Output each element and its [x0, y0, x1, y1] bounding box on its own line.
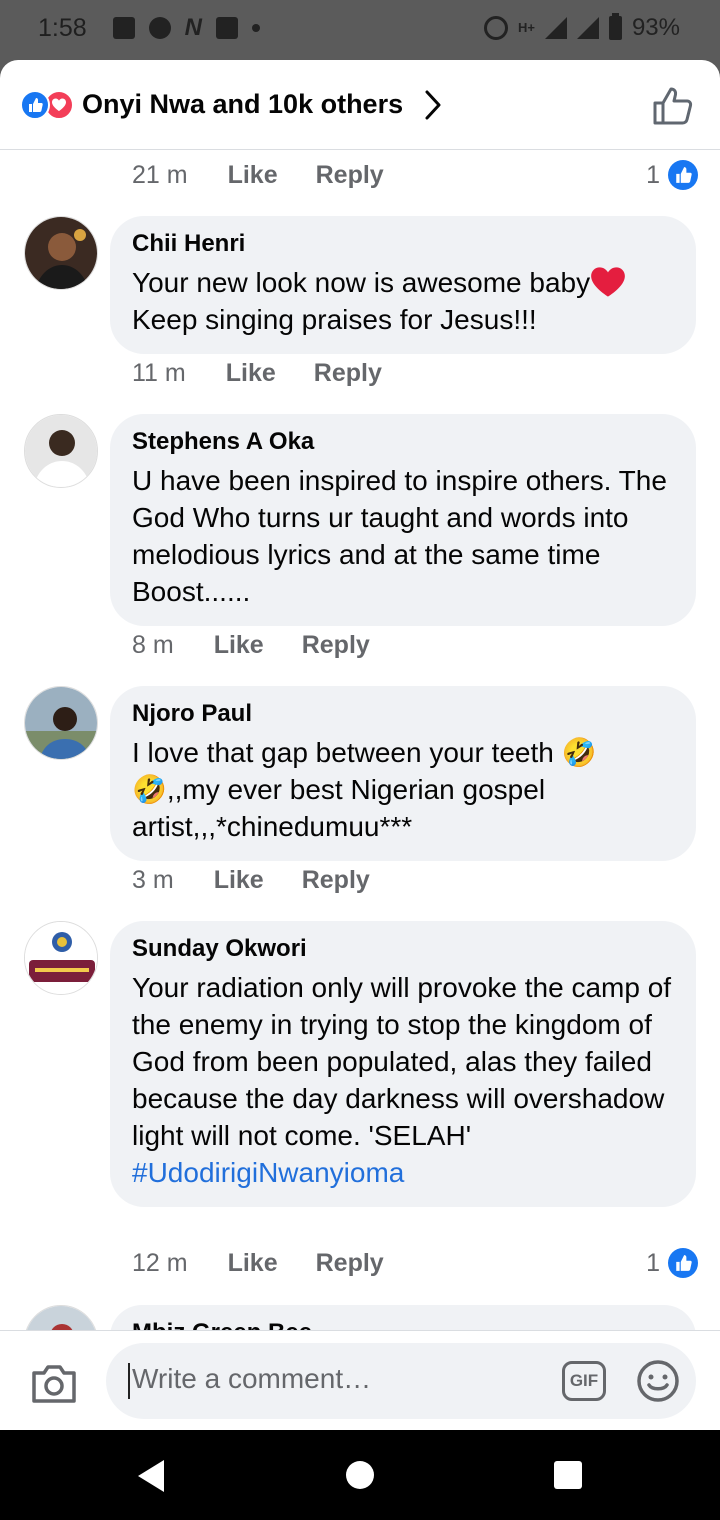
battery-percent: 93%	[631, 14, 680, 41]
avatar[interactable]	[24, 686, 98, 760]
comment-time: 21 m	[132, 161, 188, 189]
reaction-count-number: 1	[646, 160, 660, 189]
reply-link[interactable]: Reply	[302, 631, 370, 660]
battery-icon	[608, 13, 622, 40]
avatar[interactable]	[24, 216, 98, 290]
comment-reaction-count[interactable]: 1	[646, 160, 698, 190]
avatar[interactable]	[24, 1305, 98, 1331]
status-right: H+ 93%	[483, 0, 680, 56]
camera-icon[interactable]	[30, 1363, 78, 1405]
like-link[interactable]: Like	[226, 359, 276, 388]
alarm-icon	[483, 16, 508, 40]
like-reaction-icon	[668, 1248, 698, 1278]
reaction-count-number: 1	[646, 1248, 660, 1277]
comment-meta-row: 11 m Like Reply	[132, 359, 382, 388]
comment-time: 11 m	[132, 359, 186, 387]
recent-apps-button[interactable]	[554, 1461, 582, 1489]
notification-icons: N	[112, 14, 261, 42]
reply-link[interactable]: Reply	[316, 161, 384, 190]
reactions-summary[interactable]: Onyi Nwa and 10k others	[82, 89, 403, 120]
like-link[interactable]: Like	[214, 866, 264, 895]
red-heart-icon	[591, 267, 625, 297]
comment-composer: Write a comment… GIF	[0, 1330, 720, 1430]
comment-input[interactable]: Write a comment… GIF	[106, 1343, 696, 1419]
comments-list[interactable]: 21 m Like Reply 1 Chii Henri Your new lo	[0, 151, 720, 1331]
comment-bubble[interactable]: Njoro Paul I love that gap between your …	[110, 686, 696, 861]
comment-time: 12 m	[132, 1249, 188, 1277]
like-link[interactable]: Like	[214, 631, 264, 660]
chevron-right-icon	[425, 90, 441, 119]
comment-text: I love that gap between your teeth 🤣 🤣,,…	[132, 737, 597, 842]
system-nav-bar	[0, 1430, 720, 1520]
comment-meta-row: 21 m Like Reply	[132, 161, 384, 190]
comment-bubble[interactable]: Chii Henri Your new look now is awesome …	[110, 216, 696, 354]
reply-link[interactable]: Reply	[302, 866, 370, 895]
comment-author[interactable]: Chii Henri	[132, 230, 674, 258]
comment-author[interactable]: Stephens A Oka	[132, 428, 674, 456]
like-link[interactable]: Like	[228, 1249, 278, 1278]
text-cursor	[128, 1363, 130, 1399]
comments-sheet: Onyi Nwa and 10k others 21 m Like Reply …	[0, 60, 720, 1430]
home-button[interactable]	[346, 1461, 374, 1489]
more-dot-icon	[252, 24, 261, 32]
emoji-icon[interactable]	[636, 1359, 680, 1403]
comment-placeholder: Write a comment…	[132, 1363, 372, 1394]
comment-meta-row: 12 m Like Reply	[132, 1249, 384, 1278]
comment-author[interactable]: Njoro Paul	[132, 700, 674, 728]
avatar[interactable]	[24, 414, 98, 488]
settings-gear-icon	[148, 17, 171, 39]
comment-bubble[interactable]: Mbiz Green Bee	[110, 1305, 696, 1331]
status-bar: 1:58 N H+ 93%	[0, 0, 720, 56]
avatar[interactable]	[24, 921, 98, 995]
comment-author[interactable]: Sunday Okwori	[132, 935, 674, 963]
comment-reaction-count[interactable]: 1	[646, 1248, 698, 1278]
comment-meta-row: 3 m Like Reply	[132, 866, 370, 895]
facebook-icon	[216, 17, 239, 39]
like-link[interactable]: Like	[228, 161, 278, 190]
signal-icon	[544, 17, 567, 39]
gif-button[interactable]: GIF	[562, 1361, 606, 1401]
comment-meta-row: 8 m Like Reply	[132, 631, 370, 660]
comment-text: U have been inspired to inspire others. …	[132, 465, 667, 607]
comment-text: Your new look now is awesome baby Keep s…	[132, 264, 674, 338]
screen: 1:58 N H+ 93% Onyi Nwa and 10k others 21…	[0, 0, 720, 1520]
comment-text-line: Your new look now is awesome baby	[132, 267, 591, 298]
signal-icon-2	[576, 17, 599, 39]
reply-link[interactable]: Reply	[314, 359, 382, 388]
reply-link[interactable]: Reply	[316, 1249, 384, 1278]
nfc-n-icon: N	[184, 14, 203, 41]
status-time: 1:58	[38, 13, 87, 42]
like-reaction-icon	[668, 160, 698, 190]
comment-text-line: Keep singing praises for Jesus!!!	[132, 304, 537, 335]
comment-time: 8 m	[132, 631, 174, 659]
gallery-icon	[112, 17, 135, 39]
network-type: H+	[517, 20, 535, 35]
reactions-header[interactable]: Onyi Nwa and 10k others	[0, 60, 720, 150]
hashtag-link[interactable]: #UdodirigiNwanyioma	[132, 1154, 674, 1191]
comment-text: Your radiation only will provoke the cam…	[132, 972, 672, 1151]
back-button[interactable]	[138, 1460, 164, 1492]
like-reaction-icon	[20, 89, 50, 120]
comment-bubble[interactable]: Sunday Okwori Your radiation only will p…	[110, 921, 696, 1207]
thumbs-up-icon[interactable]	[652, 86, 694, 126]
comment-time: 3 m	[132, 866, 174, 894]
comment-bubble[interactable]: Stephens A Oka U have been inspired to i…	[110, 414, 696, 626]
